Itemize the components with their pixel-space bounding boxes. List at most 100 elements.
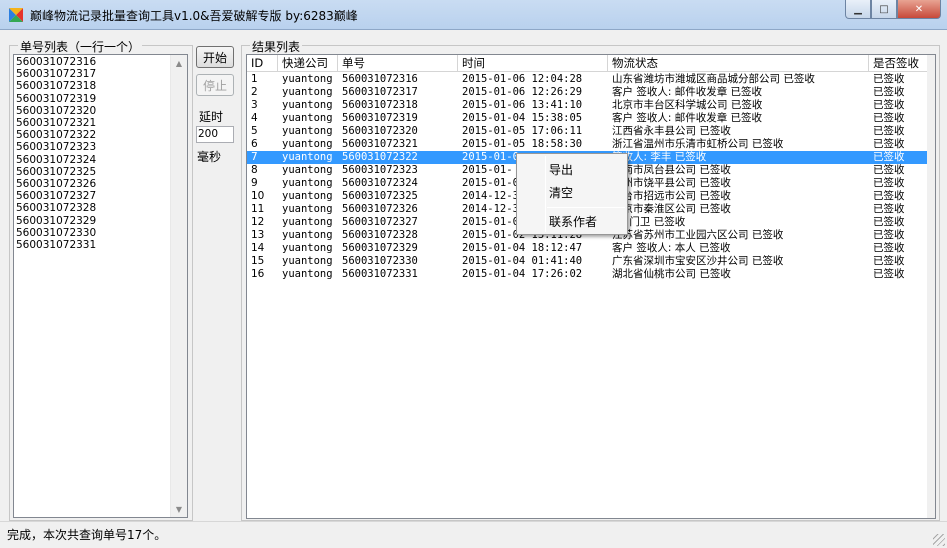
maximize-icon: □ (879, 3, 889, 15)
column-header-number[interactable]: 单号 (338, 55, 458, 72)
tracking-number-line: 560031072316 (16, 56, 97, 68)
menu-item-contact-author[interactable]: 联系作者 (549, 213, 597, 230)
column-header-id[interactable]: ID (247, 55, 278, 72)
cell-number: 560031072319 (342, 112, 418, 124)
table-row[interactable]: 14 yuantong 560031072329 2015-01-04 18:12:4… (247, 242, 935, 255)
scroll-down-icon[interactable]: ▼ (171, 501, 187, 517)
resize-grip-icon[interactable] (933, 534, 945, 546)
table-row[interactable]: 6 yuantong 560031072321 2015-01-05 18:58:30… (247, 138, 935, 151)
cell-id: 9 (251, 177, 258, 189)
column-header-time[interactable]: 时间 (458, 55, 608, 72)
delay-label: 延时 (199, 110, 224, 124)
cell-id: 14 (251, 242, 265, 254)
tracking-number-line: 560031072321 (16, 117, 97, 130)
cell-number: 560031072326 (342, 203, 418, 215)
tracking-number-line: 560031072318 (16, 80, 97, 93)
tracking-number-line: 560031072320 (16, 104, 97, 117)
tracking-number-line: 560031072323 (16, 141, 97, 154)
maximize-button[interactable]: □ (871, 0, 897, 19)
delay-input[interactable]: 200 (196, 126, 234, 143)
cell-status: 江苏省苏州市工业园六区公司 已签收 (612, 229, 784, 241)
cell-courier: yuantong (282, 125, 333, 137)
results-table[interactable]: ID 快递公司 单号 时间 物流状态 是否签收 1 yuantong 560031072316… (246, 54, 936, 519)
table-scrollbar[interactable] (927, 55, 935, 518)
cell-number: 560031072329 (342, 242, 418, 254)
cell-id: 4 (251, 112, 258, 124)
cell-status: 广东省深圳市宝安区沙井公司 已签收 (612, 255, 784, 267)
tracking-list-scrollbar[interactable]: ▲ ▼ (170, 55, 187, 517)
table-row[interactable]: 4 yuantong 560031072319 2015-01-04 15:38:05… (247, 112, 935, 125)
cell-number: 560031072322 (342, 151, 418, 163)
cell-number: 560031072320 (342, 125, 418, 137)
cell-time: 2015-01-06 12:04:28 (462, 73, 583, 85)
cell-id: 2 (251, 86, 258, 98)
cell-status: 淮南市凤台县公司 已签收 (612, 164, 731, 176)
cell-id: 16 (251, 268, 265, 280)
cell-signed: 已签收 (873, 242, 905, 254)
cell-time: 2015-01-04 17:26:02 (462, 268, 583, 280)
cell-status: 人: 门卫 已签收 (612, 216, 686, 228)
table-row[interactable]: 5 yuantong 560031072320 2015-01-05 17:06:11… (247, 125, 935, 138)
cell-id: 11 (251, 203, 265, 215)
cell-status: 客户 签收人: 邮件收发章 已签收 (612, 86, 763, 98)
menu-item-export[interactable]: 导出 (549, 161, 573, 178)
cell-status: 签收人: 李丰 已签收 (612, 151, 707, 163)
table-row[interactable]: 2 yuantong 560031072317 2015-01-06 12:26:29… (247, 86, 935, 99)
cell-number: 560031072324 (342, 177, 418, 189)
cell-time: 2015-01-05 18:58:30 (462, 138, 583, 150)
table-row[interactable]: 1 yuantong 560031072316 2015-01-06 12:04:28… (247, 73, 935, 86)
status-text: 完成，本次共查询单号17个。 (7, 528, 167, 542)
cell-signed: 已签收 (873, 99, 905, 111)
cell-time: 2015-01-04 01:41:40 (462, 255, 583, 267)
cell-signed: 已签收 (873, 268, 905, 280)
cell-courier: yuantong (282, 177, 333, 189)
table-row[interactable]: 16 yuantong 560031072331 2015-01-04 17:26:0… (247, 268, 935, 281)
cell-courier: yuantong (282, 164, 333, 176)
window-title: 巅峰物流记录批量查询工具v1.0&吾爱破解专版 by:6283巅峰 (30, 9, 358, 23)
cell-id: 1 (251, 73, 258, 85)
cell-time: 2015-01-04 18:12:47 (462, 242, 583, 254)
cell-courier: yuantong (282, 203, 333, 215)
cell-courier: yuantong (282, 242, 333, 254)
results-label: 结果列表 (250, 38, 303, 55)
tracking-number-lines: 560031072316 560031072317 560031072318 5600… (16, 56, 170, 517)
cell-courier: yuantong (282, 255, 333, 267)
cell-number: 560031072318 (342, 99, 418, 111)
table-row[interactable]: 15 yuantong 560031072330 2015-01-04 01:41:4… (247, 255, 935, 268)
cell-courier: yuantong (282, 151, 333, 163)
tracking-number-line: 560031072328 (16, 202, 97, 215)
window-controls: ▁ □ ✕ (845, 0, 941, 20)
cell-number: 560031072317 (342, 86, 418, 98)
cell-number: 560031072325 (342, 190, 418, 202)
close-icon: ✕ (914, 3, 924, 15)
start-button[interactable]: 开始 (196, 46, 234, 68)
menu-item-clear[interactable]: 清空 (549, 184, 573, 201)
cell-status: 潮州市饶平县公司 已签收 (612, 177, 731, 189)
tracking-number-textarea[interactable]: 560031072316 560031072317 560031072318 5600… (13, 54, 188, 518)
cell-signed: 已签收 (873, 255, 905, 267)
cell-signed: 已签收 (873, 73, 905, 85)
cell-signed: 已签收 (873, 216, 905, 228)
cell-status: 山东省潍坊市潍城区商品城分部公司 已签收 (612, 73, 815, 85)
menu-separator (547, 207, 625, 208)
column-header-status[interactable]: 物流状态 (608, 55, 869, 72)
cell-id: 5 (251, 125, 258, 137)
cell-number: 560031072330 (342, 255, 418, 267)
cell-status: 湖北省仙桃市公司 已签收 (612, 268, 731, 280)
cell-signed: 已签收 (873, 203, 905, 215)
tracking-number-line: 560031072317 (16, 68, 97, 81)
cell-signed: 已签收 (873, 164, 905, 176)
tracking-number-line: 560031072325 (16, 165, 97, 178)
scroll-up-icon[interactable]: ▲ (171, 55, 187, 71)
column-header-courier[interactable]: 快递公司 (278, 55, 338, 72)
minimize-button[interactable]: ▁ (845, 0, 871, 19)
stop-button[interactable]: 停止 (196, 74, 234, 96)
cell-number: 560031072331 (342, 268, 418, 280)
table-row[interactable]: 3 yuantong 560031072318 2015-01-06 13:41:10… (247, 99, 935, 112)
column-header-signed[interactable]: 是否签收 (869, 55, 929, 72)
cell-courier: yuantong (282, 99, 333, 111)
cell-status: 北京市丰台区科学城公司 已签收 (612, 99, 763, 111)
tracking-number-line: 560031072327 (16, 190, 97, 203)
cell-id: 13 (251, 229, 265, 241)
close-button[interactable]: ✕ (897, 0, 941, 19)
